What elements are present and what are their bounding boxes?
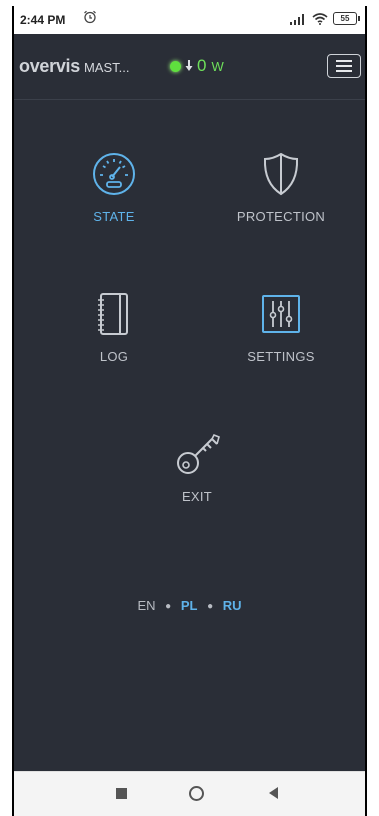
tile-exit[interactable]: EXIT [122, 431, 272, 541]
home-icon[interactable] [189, 786, 204, 801]
tile-label-exit: EXIT [181, 489, 213, 504]
tile-label-settings: SETTINGS [247, 349, 315, 364]
tile-protection[interactable]: PROTECTION [206, 151, 356, 261]
tile-label-state: STATE [93, 209, 135, 224]
recents-icon[interactable] [116, 788, 127, 799]
app-header: overvis MAST... 0 W [14, 34, 365, 100]
tile-settings[interactable]: SETTINGS [206, 291, 356, 401]
tile-state[interactable]: STATE [39, 151, 189, 261]
status-dot-icon [170, 60, 181, 72]
power-unit: W [211, 58, 224, 74]
phone-screen: 2:44 PM 55 overvis MAST... 0 W STATE PRO… [12, 6, 367, 816]
tile-label-log: LOG [99, 349, 129, 364]
power-indicator: 0 W [170, 56, 224, 76]
back-icon[interactable] [269, 787, 278, 799]
key-icon [177, 433, 220, 474]
hamburger-menu-button[interactable] [327, 54, 361, 78]
menu-line [336, 60, 352, 62]
alarm-icon [84, 10, 96, 24]
lang-current: EN [137, 598, 156, 613]
brand: overvis MAST... [19, 56, 129, 77]
language-switcher: EN ● PL ● RU [14, 598, 365, 613]
notebook-icon [98, 293, 128, 335]
separator-dot: ● [165, 601, 172, 613]
menu-line [336, 70, 352, 72]
lang-link-pl[interactable]: PL [181, 598, 198, 613]
lang-link-ru[interactable]: RU [223, 598, 242, 613]
arrow-down-icon [185, 60, 193, 71]
wifi-icon [312, 12, 328, 25]
signal-icon [290, 13, 304, 25]
battery-icon: 55 [333, 12, 360, 25]
status-time: 2:44 PM [20, 13, 66, 27]
tile-log[interactable]: LOG [39, 291, 189, 401]
separator-dot: ● [207, 601, 214, 613]
gauge-icon [93, 153, 135, 195]
brand-logo: overvis [19, 56, 80, 76]
status-bar: 2:44 PM 55 [14, 6, 365, 34]
power-value: 0 [197, 56, 207, 75]
sliders-icon [262, 295, 300, 333]
device-name[interactable]: MAST... [84, 60, 130, 75]
tile-label-protection: PROTECTION [236, 209, 326, 224]
menu-line [336, 65, 352, 67]
system-nav-bar [14, 771, 365, 816]
system-icons: 55 [289, 12, 360, 25]
shield-icon [263, 152, 299, 196]
battery-level: 55 [340, 14, 350, 23]
